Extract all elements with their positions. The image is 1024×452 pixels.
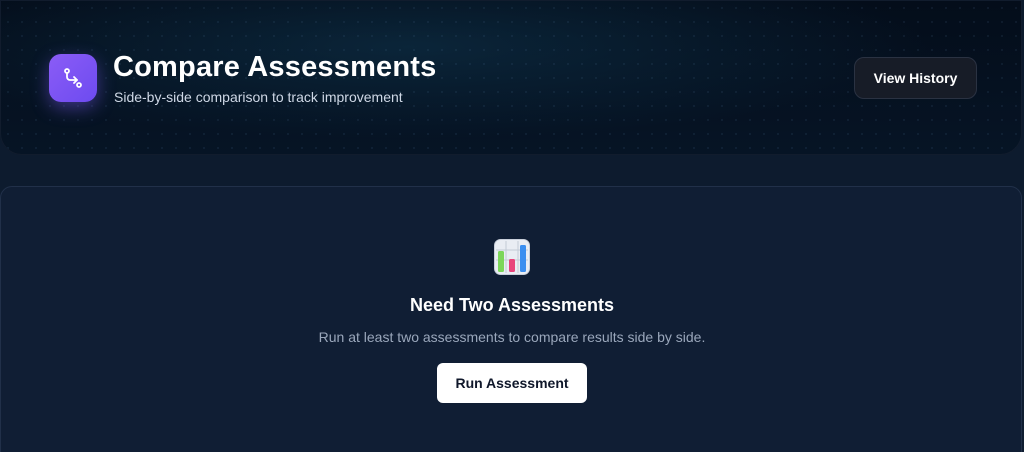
compare-page: Compare Assessments Side-by-side compari… [0,0,1024,452]
empty-state-card [0,186,1022,452]
page-subtitle: Side-by-side comparison to track improve… [114,89,403,105]
empty-state-title: Need Two Assessments [409,295,615,315]
run-assessment-button[interactable]: Run Assessment [437,363,587,403]
empty-state-message: Run at least two assessments to compare … [318,329,706,345]
bar-chart-icon [494,239,530,275]
view-history-button[interactable]: View History [854,57,977,99]
page-header: Compare Assessments Side-by-side compari… [0,0,1022,155]
page-title: Compare Assessments [113,51,437,83]
compare-arrows-icon [49,54,97,102]
